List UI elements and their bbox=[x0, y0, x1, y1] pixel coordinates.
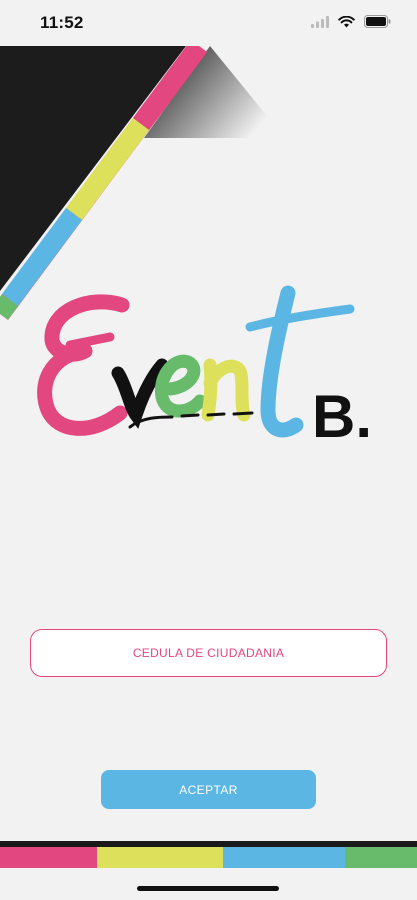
logo-underline-dash-4 bbox=[232, 411, 254, 416]
logo-letter-n bbox=[201, 358, 251, 422]
accept-button[interactable]: ACEPTAR bbox=[101, 770, 316, 809]
color-bar-blue bbox=[223, 847, 345, 868]
bottom-color-bar bbox=[0, 847, 417, 868]
banner-black-triangle bbox=[0, 46, 186, 291]
logo-underline-dash-2 bbox=[180, 413, 200, 418]
color-bar-yellow bbox=[97, 847, 223, 868]
battery-icon bbox=[364, 15, 391, 28]
logo-letter-e bbox=[37, 294, 130, 436]
event-b-logo: B. bbox=[37, 285, 372, 450]
cellular-signal-icon bbox=[311, 15, 329, 28]
decorative-banner bbox=[0, 46, 285, 320]
status-icons bbox=[311, 15, 391, 28]
color-bar-green bbox=[345, 847, 417, 868]
status-time: 11:52 bbox=[40, 13, 84, 32]
logo-suffix: B. bbox=[312, 383, 372, 450]
status-bar: 11:52 bbox=[0, 0, 417, 46]
id-field[interactable] bbox=[30, 629, 387, 677]
wifi-icon bbox=[338, 15, 355, 28]
logo-letter-e2 bbox=[154, 354, 207, 418]
logo-letter-t-bar bbox=[245, 304, 355, 332]
color-bar-pink bbox=[0, 847, 97, 868]
logo-underline-dash-3 bbox=[206, 412, 226, 417]
home-indicator[interactable] bbox=[137, 886, 279, 891]
logo-letter-e-bar bbox=[65, 332, 115, 350]
banner-stripe-green bbox=[0, 294, 19, 320]
id-number-input[interactable] bbox=[31, 629, 386, 677]
